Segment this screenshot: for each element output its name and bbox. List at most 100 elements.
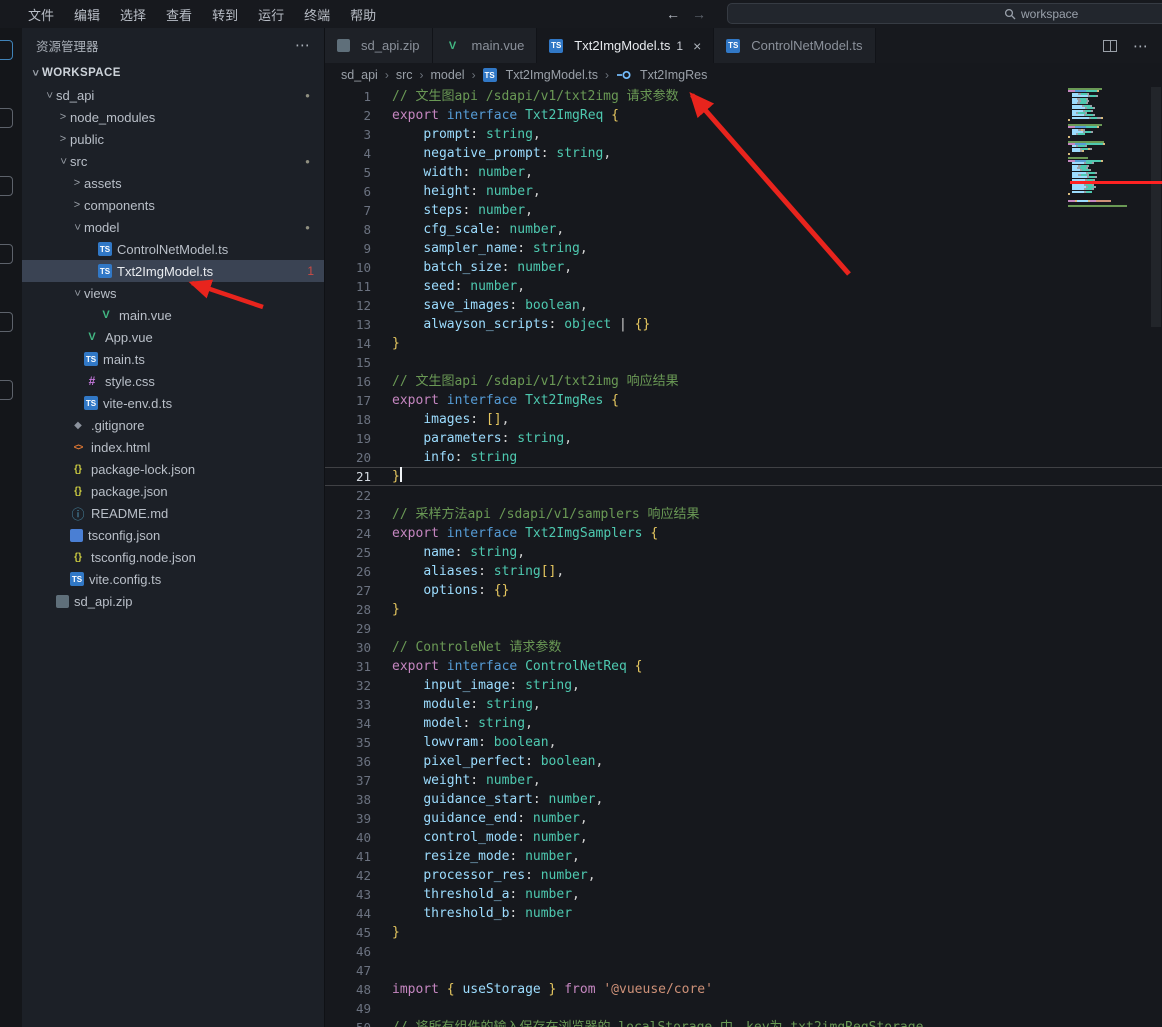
scrollbar-thumb[interactable] [1151, 87, 1161, 327]
code-line-1[interactable]: 1// 文生图api /sdapi/v1/txt2img 请求参数 [325, 87, 1162, 106]
tree-item-vite-env.d.ts[interactable]: TSvite-env.d.ts [22, 392, 324, 414]
code-line-34[interactable]: 34 model: string, [325, 714, 1162, 733]
code-line-21[interactable]: 21} [325, 467, 1162, 486]
chevron-right-icon[interactable]: > [56, 111, 70, 123]
tab-main.vue[interactable]: Vmain.vue [433, 28, 538, 63]
extensions-icon[interactable] [0, 312, 13, 332]
code-line-14[interactable]: 14} [325, 334, 1162, 353]
code-line-20[interactable]: 20 info: string [325, 448, 1162, 467]
code-line-5[interactable]: 5 width: number, [325, 163, 1162, 182]
code-line-50[interactable]: 50// 将所有组件的输入保存在浏览器的 localStorage 中，key为… [325, 1018, 1162, 1027]
tree-item-Txt2ImgModel.ts[interactable]: TSTxt2ImgModel.ts1 [22, 260, 324, 282]
nav-forward-icon[interactable]: → [692, 6, 706, 22]
tree-item-vite.config.ts[interactable]: TSvite.config.ts [22, 568, 324, 590]
chevron-right-icon[interactable]: > [70, 177, 84, 189]
code-line-17[interactable]: 17export interface Txt2ImgRes { [325, 391, 1162, 410]
tab-ControlNetModel.ts[interactable]: TSControlNetModel.ts [714, 28, 875, 63]
chevron-right-icon[interactable]: > [70, 199, 84, 211]
workspace-section-header[interactable]: > WORKSPACE [22, 62, 324, 84]
code-line-26[interactable]: 26 aliases: string[], [325, 562, 1162, 581]
code-line-37[interactable]: 37 weight: number, [325, 771, 1162, 790]
code-line-36[interactable]: 36 pixel_perfect: boolean, [325, 752, 1162, 771]
tree-item-tsconfig.node.json[interactable]: {}tsconfig.node.json [22, 546, 324, 568]
minimap[interactable] [1068, 88, 1150, 208]
tab-Txt2ImgModel.ts[interactable]: TSTxt2ImgModel.ts1× [537, 28, 714, 63]
command-search-input[interactable]: workspace [727, 3, 1162, 24]
chevron-down-icon[interactable]: > [57, 154, 69, 168]
tree-item-ControlNetModel.ts[interactable]: TSControlNetModel.ts [22, 238, 324, 260]
source-control-icon[interactable] [0, 176, 13, 196]
code-line-3[interactable]: 3 prompt: string, [325, 125, 1162, 144]
menu-item-6[interactable]: 运行 [248, 0, 294, 28]
code-line-28[interactable]: 28} [325, 600, 1162, 619]
code-line-4[interactable]: 4 negative_prompt: string, [325, 144, 1162, 163]
chevron-down-icon[interactable]: > [71, 220, 83, 234]
tree-item-sd_api[interactable]: >sd_api● [22, 84, 324, 106]
explorer-more-actions-icon[interactable]: ⋯ [295, 36, 310, 54]
code-line-2[interactable]: 2export interface Txt2ImgReq { [325, 106, 1162, 125]
search-icon[interactable] [0, 108, 13, 128]
code-line-42[interactable]: 42 processor_res: number, [325, 866, 1162, 885]
menu-item-7[interactable]: 终端 [294, 0, 340, 28]
code-line-33[interactable]: 33 module: string, [325, 695, 1162, 714]
code-line-44[interactable]: 44 threshold_b: number [325, 904, 1162, 923]
code-line-39[interactable]: 39 guidance_end: number, [325, 809, 1162, 828]
accounts-icon[interactable] [0, 380, 13, 400]
tab-sd_api.zip[interactable]: sd_api.zip [325, 28, 433, 63]
code-line-32[interactable]: 32 input_image: string, [325, 676, 1162, 695]
tree-item-node_modules[interactable]: >node_modules [22, 106, 324, 128]
breadcrumb-item-src[interactable]: src [396, 68, 413, 82]
nav-back-icon[interactable]: ← [666, 6, 680, 22]
code-line-41[interactable]: 41 resize_mode: number, [325, 847, 1162, 866]
tree-item-package.json[interactable]: {}package.json [22, 480, 324, 502]
split-editor-icon[interactable] [1103, 40, 1117, 52]
code-line-24[interactable]: 24export interface Txt2ImgSamplers { [325, 524, 1162, 543]
tree-item-main.ts[interactable]: TSmain.ts [22, 348, 324, 370]
run-debug-icon[interactable] [0, 244, 13, 264]
code-line-35[interactable]: 35 lowvram: boolean, [325, 733, 1162, 752]
code-line-7[interactable]: 7 steps: number, [325, 201, 1162, 220]
chevron-right-icon[interactable]: > [56, 133, 70, 145]
code-line-22[interactable]: 22 [325, 486, 1162, 505]
tree-item-model[interactable]: >model● [22, 216, 324, 238]
code-line-6[interactable]: 6 height: number, [325, 182, 1162, 201]
tree-item-public[interactable]: >public [22, 128, 324, 150]
tree-item-components[interactable]: >components [22, 194, 324, 216]
code-line-40[interactable]: 40 control_mode: number, [325, 828, 1162, 847]
menu-item-3[interactable]: 选择 [110, 0, 156, 28]
menu-item-5[interactable]: 转到 [202, 0, 248, 28]
code-line-9[interactable]: 9 sampler_name: string, [325, 239, 1162, 258]
tree-item-style.css[interactable]: #style.css [22, 370, 324, 392]
close-icon[interactable]: × [693, 38, 701, 54]
code-line-25[interactable]: 25 name: string, [325, 543, 1162, 562]
menu-item-4[interactable]: 查看 [156, 0, 202, 28]
code-line-8[interactable]: 8 cfg_scale: number, [325, 220, 1162, 239]
chevron-down-icon[interactable]: > [71, 286, 83, 300]
code-line-16[interactable]: 16// 文生图api /sdapi/v1/txt2img 响应结果 [325, 372, 1162, 391]
tree-item-tsconfig.json[interactable]: tsconfig.json [22, 524, 324, 546]
code-line-11[interactable]: 11 seed: number, [325, 277, 1162, 296]
code-line-31[interactable]: 31export interface ControlNetReq { [325, 657, 1162, 676]
code-line-23[interactable]: 23// 采样方法api /sdapi/v1/samplers 响应结果 [325, 505, 1162, 524]
code-line-46[interactable]: 46 [325, 942, 1162, 961]
tree-item-main.vue[interactable]: Vmain.vue [22, 304, 324, 326]
tree-item-.gitignore[interactable]: ◆.gitignore [22, 414, 324, 436]
menu-item-2[interactable]: 编辑 [64, 0, 110, 28]
code-line-18[interactable]: 18 images: [], [325, 410, 1162, 429]
tree-item-App.vue[interactable]: VApp.vue [22, 326, 324, 348]
chevron-down-icon[interactable]: > [43, 88, 55, 102]
code-line-49[interactable]: 49 [325, 999, 1162, 1018]
files-icon[interactable] [0, 40, 13, 60]
code-line-15[interactable]: 15 [325, 353, 1162, 372]
editor-scrollbar[interactable] [1150, 87, 1162, 1027]
code-line-27[interactable]: 27 options: {} [325, 581, 1162, 600]
breadcrumb-item-model[interactable]: model [431, 68, 465, 82]
code-line-19[interactable]: 19 parameters: string, [325, 429, 1162, 448]
code-line-38[interactable]: 38 guidance_start: number, [325, 790, 1162, 809]
code-editor[interactable]: 1// 文生图api /sdapi/v1/txt2img 请求参数2export… [325, 87, 1162, 1027]
menu-item-1[interactable]: 文件 [18, 0, 64, 28]
tree-item-sd_api.zip[interactable]: sd_api.zip [22, 590, 324, 612]
tree-item-README.md[interactable]: ⓘREADME.md [22, 502, 324, 524]
code-line-48[interactable]: 48import { useStorage } from '@vueuse/co… [325, 980, 1162, 999]
code-line-43[interactable]: 43 threshold_a: number, [325, 885, 1162, 904]
